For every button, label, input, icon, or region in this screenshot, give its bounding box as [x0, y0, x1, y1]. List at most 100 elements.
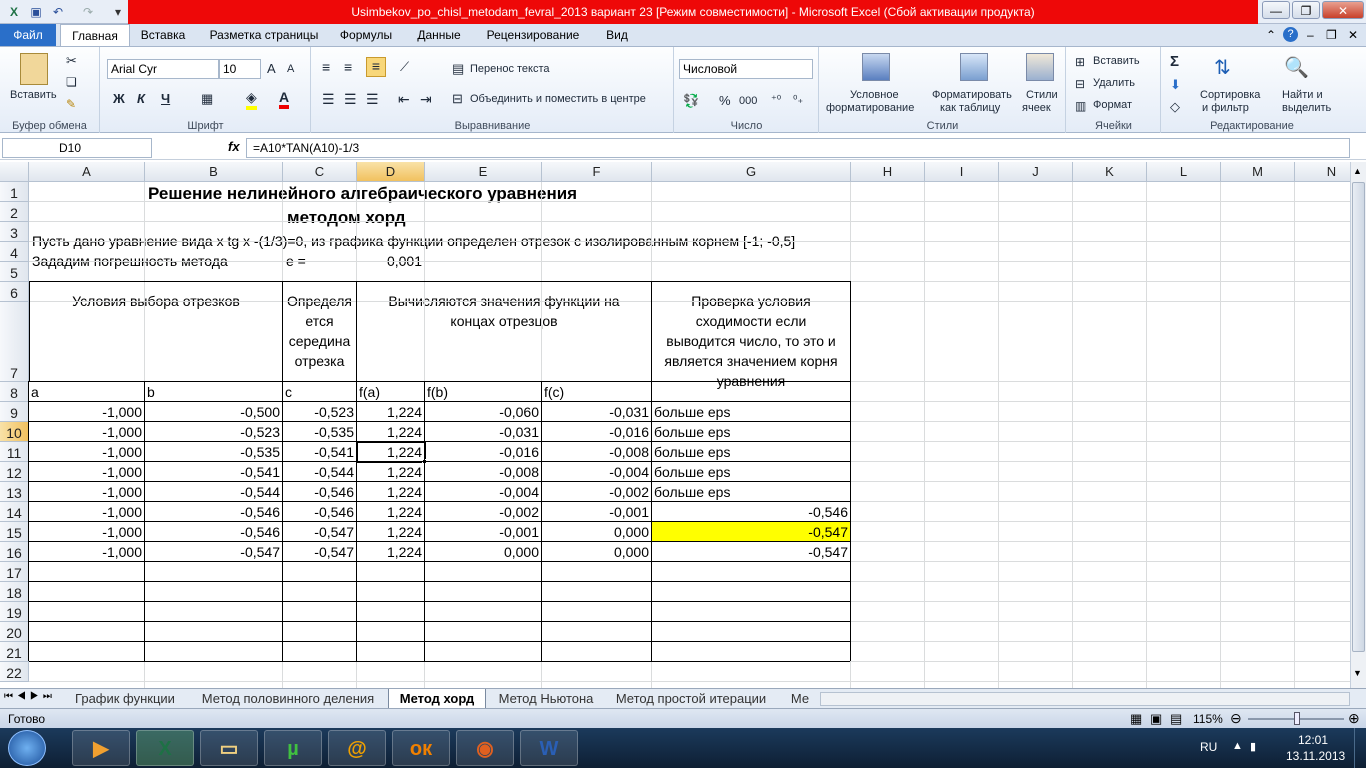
spreadsheet-grid[interactable]: Решение нелинейного алгебраического урав…: [0, 162, 1350, 688]
cut-icon[interactable]: ✂: [66, 53, 77, 69]
data-cell[interactable]: -0,523: [145, 422, 282, 442]
column-header[interactable]: M: [1221, 162, 1295, 182]
row-header[interactable]: 2: [0, 202, 29, 222]
tab-home[interactable]: Главная: [60, 24, 130, 47]
align-right-icon[interactable]: ☰: [366, 91, 379, 108]
data-cell[interactable]: -0,002: [542, 482, 651, 502]
data-cell[interactable]: -0,523: [283, 402, 356, 422]
data-cell[interactable]: -1,000: [29, 502, 144, 522]
name-box[interactable]: D10: [2, 138, 152, 158]
delete-cells-icon[interactable]: ⊟: [1075, 77, 1085, 91]
sheet-tab-graph[interactable]: График функции: [64, 689, 186, 708]
data-cell[interactable]: -1,000: [29, 482, 144, 502]
scroll-thumb[interactable]: [1352, 182, 1365, 652]
data-cell[interactable]: -0,546: [652, 502, 850, 522]
zoom-slider-thumb[interactable]: [1294, 712, 1300, 725]
close-button[interactable]: ✕: [1322, 1, 1364, 19]
row-header[interactable]: 1: [0, 182, 29, 202]
font-name-select[interactable]: Arial Cyr: [107, 59, 219, 79]
vertical-scrollbar[interactable]: ▲ ▼: [1350, 162, 1366, 688]
find-select-icon[interactable]: 🔍: [1284, 55, 1309, 80]
column-header[interactable]: G: [652, 162, 851, 182]
row-header[interactable]: 5: [0, 262, 29, 282]
row-header[interactable]: 9: [0, 402, 29, 422]
tab-formulas[interactable]: Формулы: [333, 24, 399, 47]
data-cell[interactable]: -0,546: [145, 502, 282, 522]
data-cell[interactable]: -0,544: [283, 462, 356, 482]
row-header[interactable]: 11: [0, 442, 29, 462]
data-cell[interactable]: 0,000: [542, 542, 651, 562]
data-cell[interactable]: больше eps: [652, 462, 850, 482]
formula-input[interactable]: =A10*TAN(A10)-1/3: [246, 138, 1350, 158]
data-cell[interactable]: -0,004: [425, 482, 541, 502]
tab-file[interactable]: Файл: [0, 24, 56, 47]
data-cell[interactable]: -0,060: [425, 402, 541, 422]
data-cell[interactable]: -1,000: [29, 542, 144, 562]
data-cell[interactable]: 1,224: [357, 402, 424, 422]
network-icon[interactable]: ▮: [1250, 740, 1256, 753]
utorrent-icon[interactable]: µ: [264, 730, 322, 766]
data-cell[interactable]: -0,546: [283, 482, 356, 502]
doc-minimize-icon[interactable]: –: [1307, 28, 1314, 42]
wrap-text-icon[interactable]: ▤: [452, 61, 464, 77]
row-header[interactable]: 21: [0, 642, 29, 662]
format-painter-icon[interactable]: ✎: [66, 97, 76, 111]
decrease-indent-icon[interactable]: ⇤: [398, 91, 410, 108]
row-header[interactable]: 8: [0, 382, 29, 402]
maximize-button[interactable]: ❐: [1292, 1, 1320, 19]
italic-button[interactable]: К: [137, 91, 145, 106]
delete-cells-button[interactable]: Удалить: [1093, 77, 1135, 89]
page-break-view-icon[interactable]: ▤: [1170, 711, 1182, 727]
column-header[interactable]: I: [925, 162, 999, 182]
row-header[interactable]: 12: [0, 462, 29, 482]
find-select-label-1[interactable]: Найти и: [1282, 89, 1323, 101]
data-cell[interactable]: 0,000: [425, 542, 541, 562]
tab-insert[interactable]: Вставка: [133, 24, 193, 47]
language-indicator[interactable]: RU: [1200, 740, 1217, 754]
row-header[interactable]: 22: [0, 662, 29, 682]
data-cell[interactable]: больше eps: [652, 402, 850, 422]
column-header[interactable]: B: [145, 162, 283, 182]
wrap-text-button[interactable]: Перенос текста: [470, 63, 550, 75]
clear-icon[interactable]: ◇: [1170, 99, 1180, 115]
data-cell[interactable]: 0,000: [542, 522, 651, 542]
font-color-icon[interactable]: A: [279, 89, 290, 109]
column-header[interactable]: L: [1147, 162, 1221, 182]
bold-button[interactable]: Ж: [113, 91, 125, 106]
show-desktop-button[interactable]: [1354, 728, 1366, 768]
conditional-format-label-2[interactable]: форматирование: [826, 102, 914, 114]
copy-icon[interactable]: ❏: [66, 75, 77, 89]
find-select-label-2[interactable]: выделить: [1282, 102, 1331, 114]
word-icon[interactable]: W: [520, 730, 578, 766]
row-header[interactable]: 6: [0, 282, 29, 302]
sheet-tab-bisection[interactable]: Метод половинного деления: [192, 689, 384, 708]
format-as-table-icon[interactable]: [960, 53, 988, 81]
data-cell[interactable]: 1,224: [357, 542, 424, 562]
redo-icon[interactable]: ↷: [80, 4, 96, 20]
autosum-button[interactable]: Σ: [1170, 53, 1179, 70]
column-header[interactable]: C: [283, 162, 357, 182]
tab-view[interactable]: Вид: [596, 24, 638, 47]
row-header[interactable]: 7: [0, 302, 29, 382]
row-header[interactable]: 20: [0, 622, 29, 642]
data-cell[interactable]: -0,016: [425, 442, 541, 462]
conditional-format-icon[interactable]: [862, 53, 890, 81]
data-cell[interactable]: -0,001: [542, 502, 651, 522]
cell-styles-label-1[interactable]: Стили: [1026, 89, 1058, 101]
help-icon[interactable]: ?: [1283, 27, 1298, 42]
currency-icon[interactable]: 💱: [683, 93, 699, 109]
data-cell[interactable]: -0,535: [145, 442, 282, 462]
font-size-select[interactable]: 10: [219, 59, 261, 79]
orientation-icon[interactable]: ⟋: [400, 59, 409, 75]
row-header[interactable]: 3: [0, 222, 29, 242]
column-header[interactable]: F: [542, 162, 652, 182]
column-header[interactable]: J: [999, 162, 1073, 182]
odnoklassniki-icon[interactable]: ок: [392, 730, 450, 766]
data-cell[interactable]: -0,541: [283, 442, 356, 462]
scroll-down-icon[interactable]: ▼: [1353, 668, 1362, 678]
data-cell[interactable]: 1,224: [357, 482, 424, 502]
start-button[interactable]: [8, 730, 46, 766]
format-cells-button[interactable]: Формат: [1093, 99, 1132, 111]
row-header[interactable]: 17: [0, 562, 29, 582]
align-middle-icon[interactable]: ≡: [344, 59, 352, 75]
